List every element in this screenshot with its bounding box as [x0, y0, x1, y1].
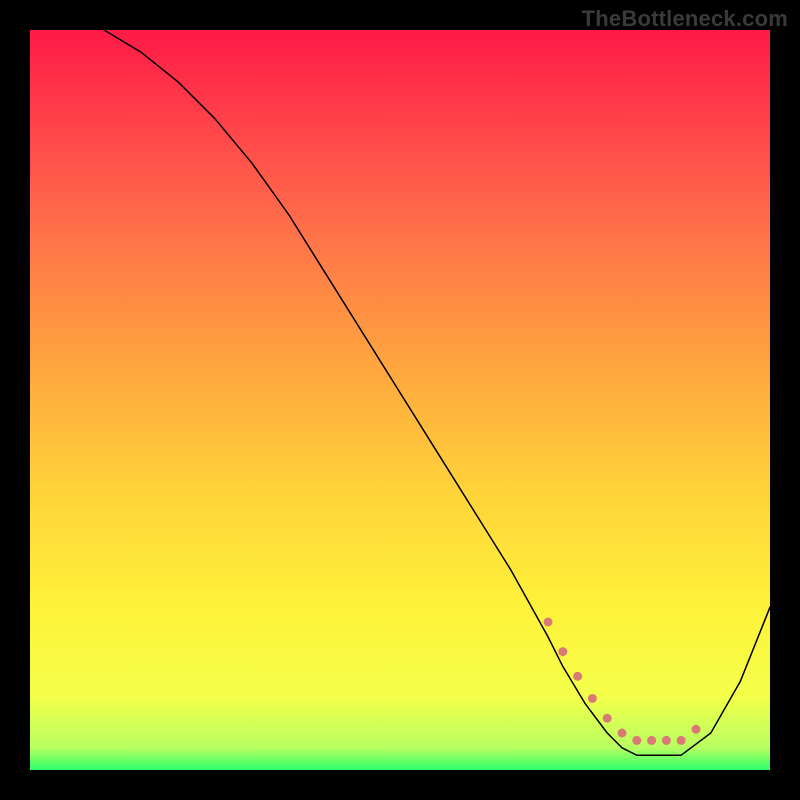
flat-band-point [632, 736, 641, 745]
flat-band-point [588, 694, 597, 703]
flat-band-point [558, 647, 567, 656]
flat-band-point [692, 725, 701, 734]
watermark-text: TheBottleneck.com [582, 6, 788, 32]
flat-band-point [603, 714, 612, 723]
plot-area [30, 30, 770, 770]
flat-band-point [544, 618, 553, 627]
flat-band-point [662, 736, 671, 745]
flat-band-point [618, 729, 627, 738]
flat-band-point [647, 736, 656, 745]
flat-band-point [677, 736, 686, 745]
chart-frame: TheBottleneck.com [0, 0, 800, 800]
flat-band-point [573, 672, 582, 681]
gradient-background [30, 30, 770, 770]
chart-svg [30, 30, 770, 770]
